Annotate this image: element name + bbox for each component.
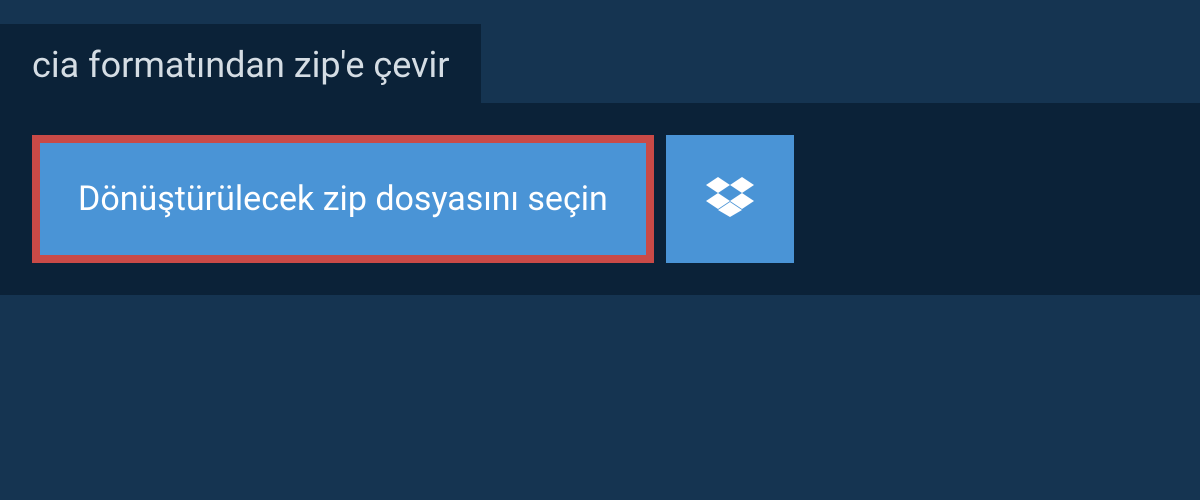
upload-panel: Dönüştürülecek zip dosyasını seçin bbox=[0, 103, 1200, 295]
tab-label: cia formatından zip'e çevir bbox=[32, 44, 449, 86]
dropbox-button[interactable] bbox=[666, 135, 794, 263]
dropbox-icon bbox=[706, 173, 754, 225]
select-file-button[interactable]: Dönüştürülecek zip dosyasını seçin bbox=[32, 135, 654, 263]
select-file-button-label: Dönüştürülecek zip dosyasını seçin bbox=[78, 179, 608, 219]
tab-convert[interactable]: cia formatından zip'e çevir bbox=[0, 24, 481, 106]
